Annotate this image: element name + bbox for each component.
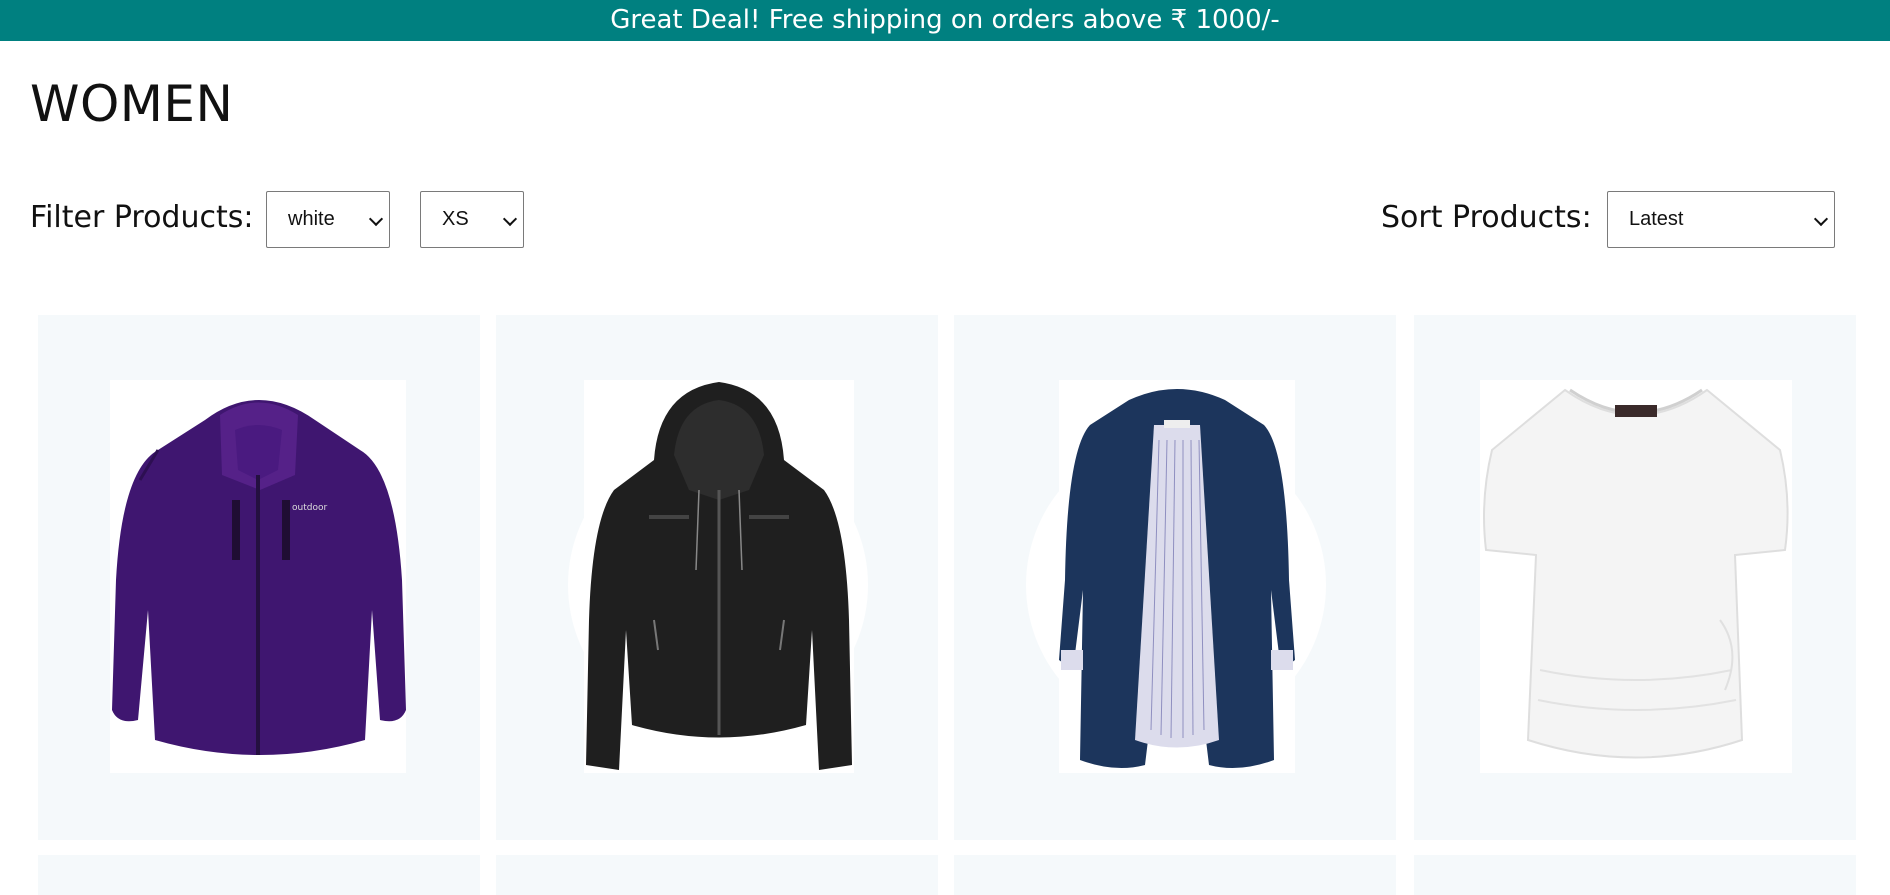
product-image-black-jacket[interactable] [584, 380, 854, 773]
size-filter-select[interactable]: XS [420, 191, 524, 248]
sort-select[interactable]: Latest [1607, 191, 1835, 248]
chevron-down-icon [1813, 211, 1829, 227]
product-logo-text: outdoor [292, 503, 327, 513]
chevron-down-icon [502, 211, 518, 227]
size-filter-value: XS [442, 208, 469, 230]
white-tshirt-image [1483, 388, 1789, 759]
product-card[interactable] [954, 855, 1396, 895]
product-image-navy-coat[interactable] [1059, 380, 1295, 773]
black-jacket-image [586, 382, 852, 770]
product-card[interactable] [1414, 855, 1856, 895]
product-card[interactable] [38, 855, 480, 895]
color-filter-select[interactable]: white [266, 191, 390, 248]
product-card[interactable]: outdoor [38, 315, 480, 840]
page-title: WOMEN [30, 75, 234, 133]
sort-label: Sort Products: [1381, 200, 1592, 235]
filter-label: Filter Products: [30, 200, 254, 235]
announcement-text: Great Deal! Free shipping on orders abov… [610, 5, 1280, 35]
product-card[interactable] [496, 315, 938, 840]
sort-value: Latest [1629, 208, 1684, 230]
filter-sort-bar: Filter Products: white XS Sort Products:… [0, 190, 1890, 248]
announcement-bar: Great Deal! Free shipping on orders abov… [0, 0, 1890, 41]
navy-coat-image [1059, 389, 1295, 769]
chevron-down-icon [368, 211, 384, 227]
color-filter-value: white [288, 208, 335, 230]
purple-jacket-image: outdoor [112, 400, 406, 755]
product-card[interactable] [496, 855, 938, 895]
product-image-purple-jacket[interactable]: outdoor [110, 380, 406, 773]
product-card[interactable] [954, 315, 1396, 840]
product-image-white-tshirt[interactable] [1480, 380, 1792, 773]
product-card[interactable] [1414, 315, 1856, 840]
